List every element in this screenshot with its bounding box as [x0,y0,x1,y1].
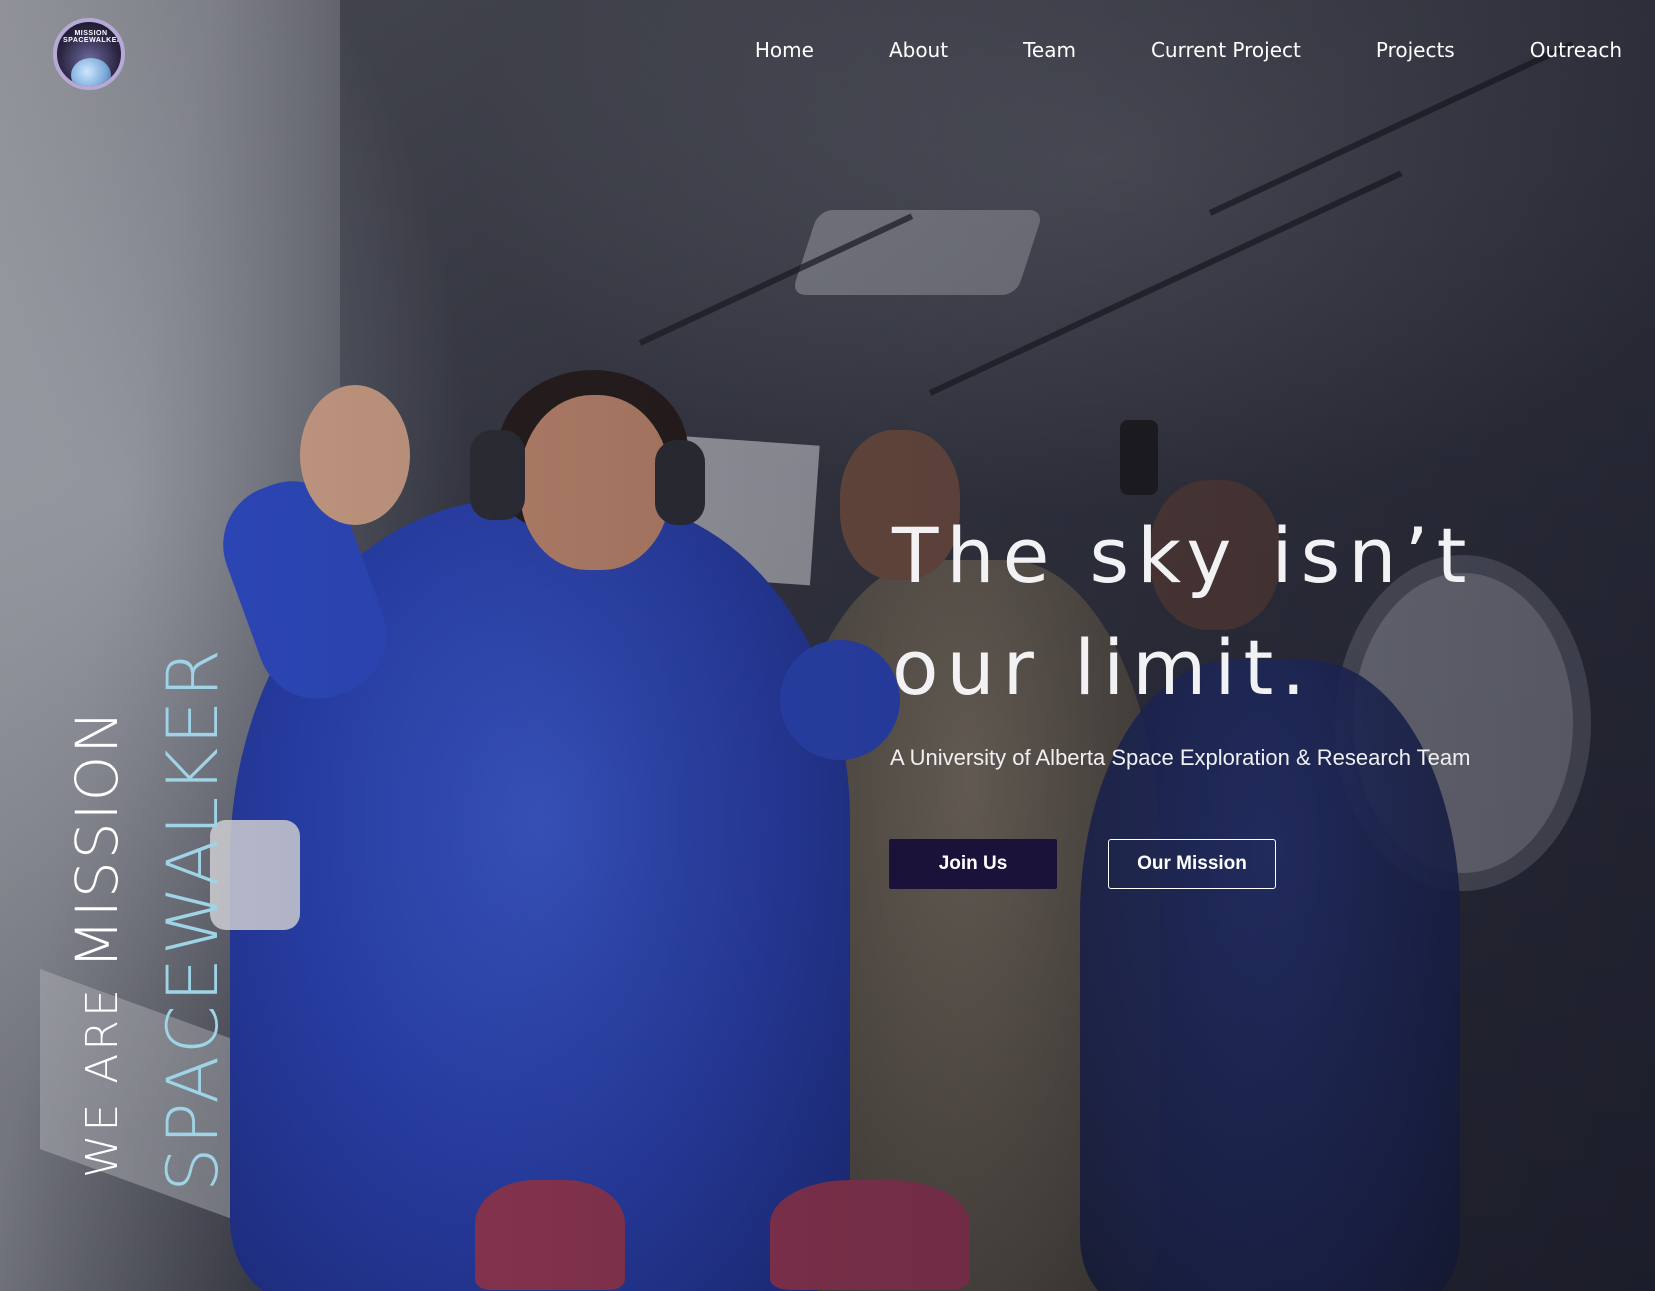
nav-link-about[interactable]: About [889,38,948,62]
nav-link-current-project[interactable]: Current Project [1151,38,1301,62]
nav-link-team[interactable]: Team [1023,38,1076,62]
join-us-button[interactable]: Join Us [889,839,1057,889]
vertical-title-prefix: WE ARE [77,969,128,1178]
main-nav: Home About Team Current Project Projects… [755,38,1622,62]
hero-subtitle: A University of Alberta Space Exploratio… [890,745,1471,770]
hero-headline: The sky isn’t our limit. [892,500,1612,724]
headline-line2: our limit. [892,623,1314,712]
vertical-title-mission: MISSION [63,708,131,970]
vertical-title-spacewalker: SPACEWALKER [152,646,234,1192]
nav-link-home[interactable]: Home [755,38,814,62]
logo-text: MISSION SPACEWALKER [63,30,123,44]
site-logo[interactable]: MISSION SPACEWALKER [53,18,125,90]
headline-line1: The sky isn’t [892,511,1475,600]
our-mission-button[interactable]: Our Mission [1108,839,1276,889]
nav-link-projects[interactable]: Projects [1376,38,1455,62]
earth-icon [71,58,111,86]
vertical-title-line1: WE ARE MISSION [63,708,131,1178]
nav-link-outreach[interactable]: Outreach [1530,38,1622,62]
